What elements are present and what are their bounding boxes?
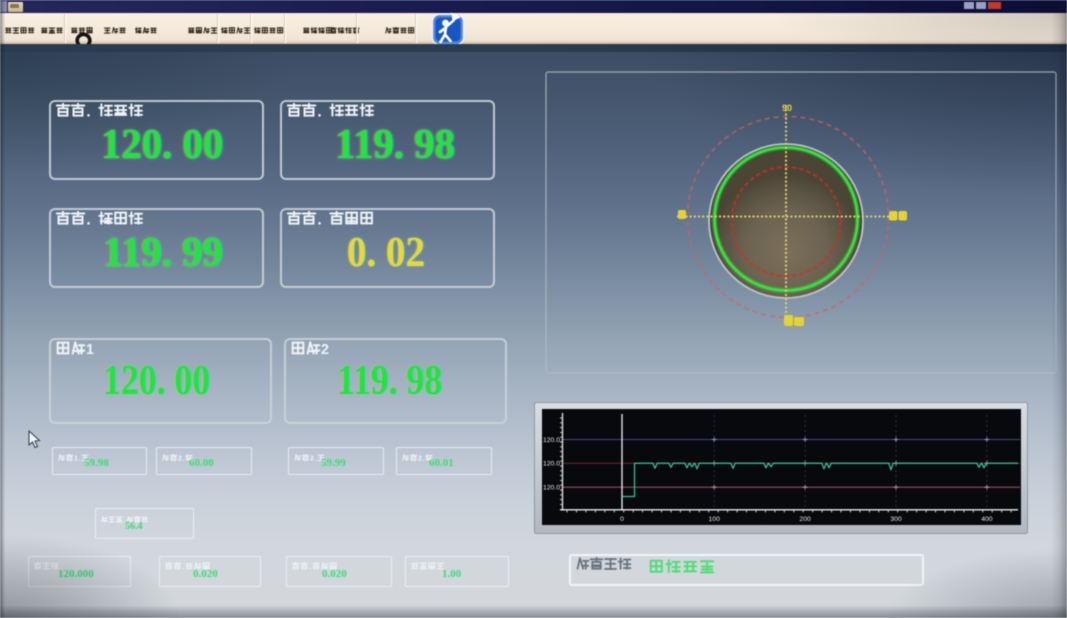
- svg-text:300: 300: [890, 516, 902, 523]
- svg-text:100: 100: [709, 516, 721, 523]
- svg-text:120.0: 120.0: [543, 485, 560, 492]
- svg-text:1: 1: [86, 342, 94, 357]
- svg-text:0: 0: [620, 516, 624, 523]
- svg-text:200: 200: [799, 516, 811, 523]
- svg-text:400: 400: [981, 516, 993, 523]
- svg-text:2: 2: [178, 454, 182, 462]
- svg-text:2: 2: [321, 342, 329, 357]
- svg-text:120.0: 120.0: [543, 437, 560, 444]
- svg-text:90: 90: [782, 103, 792, 113]
- svg-text:120.0: 120.0: [543, 461, 560, 468]
- svg-text:2: 2: [310, 454, 314, 462]
- svg-text:1: 1: [74, 454, 78, 462]
- svg-text:2: 2: [418, 454, 422, 462]
